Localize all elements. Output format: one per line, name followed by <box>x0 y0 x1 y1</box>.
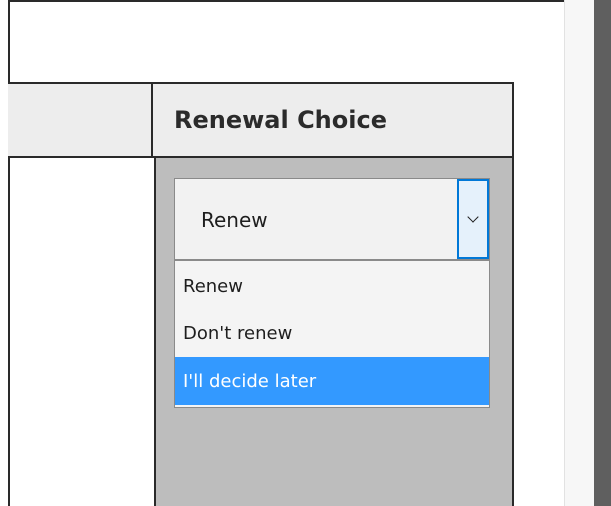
option-renew[interactable]: Renew <box>175 263 489 309</box>
header-cell-renewal-choice: Renewal Choice <box>154 84 512 156</box>
header-cell-left <box>8 84 153 156</box>
option-dont-renew[interactable]: Don't renew <box>175 310 489 356</box>
renewal-options-list: Renew Don't renew I'll decide later <box>174 260 490 408</box>
right-panel-edge <box>564 0 594 506</box>
dropdown-toggle-button[interactable] <box>457 179 489 259</box>
chevron-down-icon <box>467 211 479 223</box>
column-header-renewal-choice: Renewal Choice <box>174 106 387 134</box>
scrollbar-track[interactable] <box>594 0 611 506</box>
select-current-value: Renew <box>201 208 268 232</box>
table-top-border <box>8 0 564 2</box>
table-header-row: Renewal Choice <box>8 82 514 158</box>
screen: Renewal Choice Renew Renew Don't renew I… <box>0 0 611 506</box>
table-left-border <box>8 0 10 506</box>
renewal-choice-select[interactable]: Renew <box>174 178 490 260</box>
option-decide-later[interactable]: I'll decide later <box>175 357 489 405</box>
